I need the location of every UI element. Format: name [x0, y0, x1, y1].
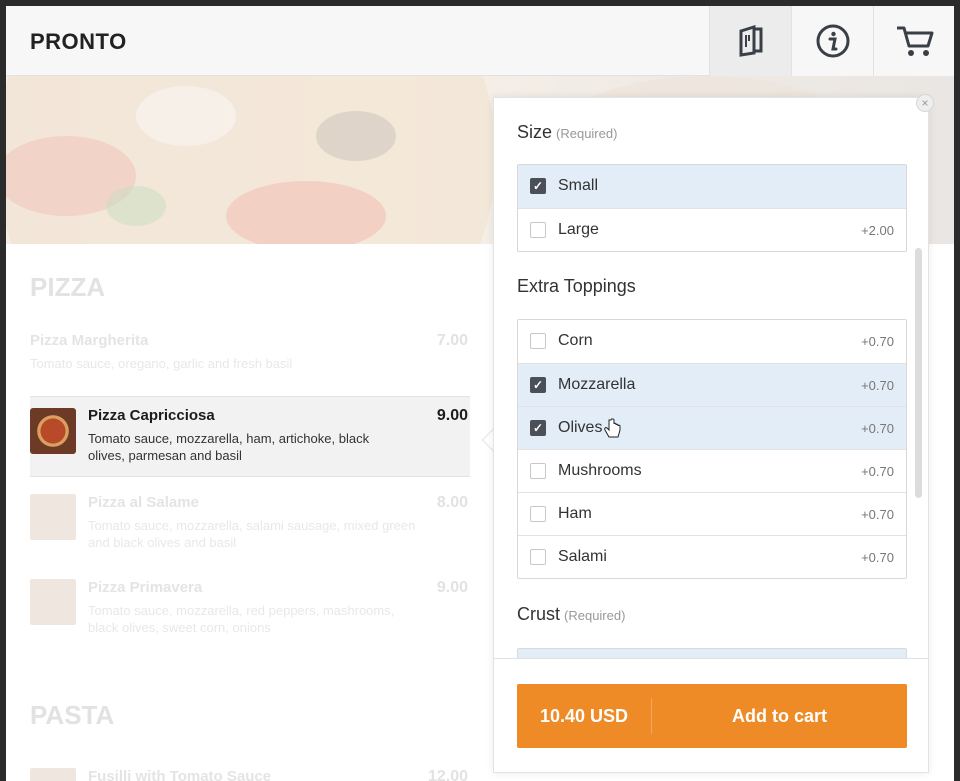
item-description: Tomato sauce, mozzarella, ham, artichoke… [88, 431, 370, 463]
option-label: Ham [558, 505, 592, 522]
category-title-pizza: PIZZA [30, 272, 106, 302]
option-label: Small [558, 177, 599, 194]
checkbox[interactable]: ✓ [530, 333, 546, 349]
options-panel: Size(Required) ✓ Small ✓ Large +2.00 Ext… [493, 97, 929, 773]
required-tag: (Required) [564, 608, 626, 623]
option-salami[interactable]: ✓ Salami +0.70 [518, 535, 906, 578]
item-thumbnail [30, 768, 76, 781]
menu-book-icon [739, 25, 762, 57]
checkbox[interactable]: ✓ [530, 222, 546, 238]
close-panel-button[interactable]: × [916, 94, 934, 112]
option-mozzarella[interactable]: ✓ Mozzarella +0.70 [518, 363, 906, 406]
option-label: Olives [558, 419, 603, 436]
section-title-size: Size (Required) [517, 122, 617, 143]
option-price: +0.70 [861, 550, 894, 565]
top-bar: PRONTO [6, 6, 954, 76]
hand-cursor-icon [604, 418, 621, 438]
option-label: Mozzarella [558, 376, 636, 393]
item-name: Pizza al Salame [88, 494, 199, 511]
crust-title: Crust [517, 604, 561, 624]
option-label: Corn [558, 332, 593, 349]
option-price: +0.70 [861, 334, 894, 349]
item-description: Tomato sauce, mozzarella, red peppers, m… [88, 603, 395, 635]
menu-item-selected[interactable]: Pizza Capricciosa Tomato sauce, mozzarel… [30, 396, 470, 477]
option-price: +0.70 [861, 507, 894, 522]
option-label: Salami [558, 548, 607, 565]
option-price: +0.70 [861, 464, 894, 479]
option-corn[interactable]: ✓ Corn +0.70 [518, 320, 906, 363]
item-thumbnail [30, 408, 76, 454]
item-name: Fusilli with Tomato Sauce [88, 768, 272, 781]
section-title-toppings: Extra Toppings [517, 276, 636, 297]
panel-scrollbar[interactable] [915, 248, 922, 498]
menu-button[interactable] [709, 6, 791, 76]
item-description: Tomato sauce, oregano, garlic and fresh … [30, 356, 293, 371]
add-to-cart-label: Add to cart [731, 705, 827, 726]
checkbox[interactable]: ✓ [530, 549, 546, 565]
option-large[interactable]: ✓ Large +2.00 [518, 208, 906, 251]
toppings-title: Extra Toppings [517, 276, 636, 296]
option-price: +0.70 [861, 421, 894, 436]
checkbox[interactable]: ✓ [530, 463, 546, 479]
option-ham[interactable]: ✓ Ham +0.70 [518, 492, 906, 535]
info-icon [816, 24, 849, 58]
menu-item[interactable]: Pizza Primavera Tomato sauce, mozzarella… [30, 579, 470, 636]
app-window: PRONTO PIZZA Pizza Margherita Tomato sau… [6, 6, 954, 781]
order-total: 10.40 USD [517, 698, 652, 734]
item-thumbnail [30, 579, 76, 625]
item-price: 7.00 [436, 332, 468, 349]
checkbox[interactable]: ✓ [530, 178, 546, 194]
option-price: +0.70 [861, 378, 894, 393]
menu-item[interactable]: Pizza Margherita Tomato sauce, oregano, … [30, 332, 470, 372]
item-price: 9.00 [436, 579, 468, 596]
required-tag: (Required) [556, 126, 618, 141]
category-title-pasta: PASTA [30, 700, 115, 730]
menu-item[interactable]: Pizza al Salame Tomato sauce, mozzarella… [30, 494, 470, 551]
section-title-crust: Crust (Required) [517, 604, 625, 625]
crust-options[interactable] [517, 648, 907, 658]
add-to-cart-button[interactable]: 10.40 USD Add to cart [517, 684, 907, 748]
checkbox[interactable]: ✓ [530, 377, 546, 393]
info-button[interactable] [791, 6, 873, 76]
brand-logo[interactable]: PRONTO [30, 29, 127, 55]
item-price: 9.00 [436, 407, 468, 424]
item-price: 8.00 [436, 494, 468, 511]
panel-footer: 10.40 USD Add to cart [494, 658, 928, 772]
option-small[interactable]: ✓ Small [518, 165, 906, 208]
size-options: ✓ Small ✓ Large +2.00 [517, 164, 907, 252]
option-price: +2.00 [861, 223, 894, 238]
option-olives[interactable]: ✓ Olives +0.70 [518, 406, 906, 449]
checkbox[interactable]: ✓ [530, 420, 546, 436]
option-label: Large [558, 221, 599, 238]
item-name: Pizza Capricciosa [88, 407, 215, 424]
check-icon: ✓ [532, 378, 544, 392]
check-icon: ✓ [532, 179, 544, 193]
item-name: Pizza Margherita [30, 332, 149, 349]
size-title: Size [517, 122, 553, 142]
cart-icon [896, 26, 933, 56]
check-icon: ✓ [532, 421, 544, 435]
item-description: Tomato sauce, mozzarella, salami sausage… [88, 518, 416, 550]
topping-options: ✓ Corn +0.70 ✓ Mozzarella +0.70 ✓ Olives… [517, 319, 907, 579]
item-thumbnail [30, 494, 76, 540]
item-name: Pizza Primavera [88, 579, 203, 596]
options-scroll-area[interactable]: Size(Required) ✓ Small ✓ Large +2.00 Ext… [494, 98, 928, 658]
menu-item[interactable]: Fusilli with Tomato Sauce 12.00 [30, 768, 470, 781]
option-label: Mushrooms [558, 462, 642, 479]
cart-button[interactable] [873, 6, 954, 76]
checkbox[interactable]: ✓ [530, 506, 546, 522]
item-price: 12.00 [427, 768, 468, 781]
option-mushrooms[interactable]: ✓ Mushrooms +0.70 [518, 449, 906, 492]
